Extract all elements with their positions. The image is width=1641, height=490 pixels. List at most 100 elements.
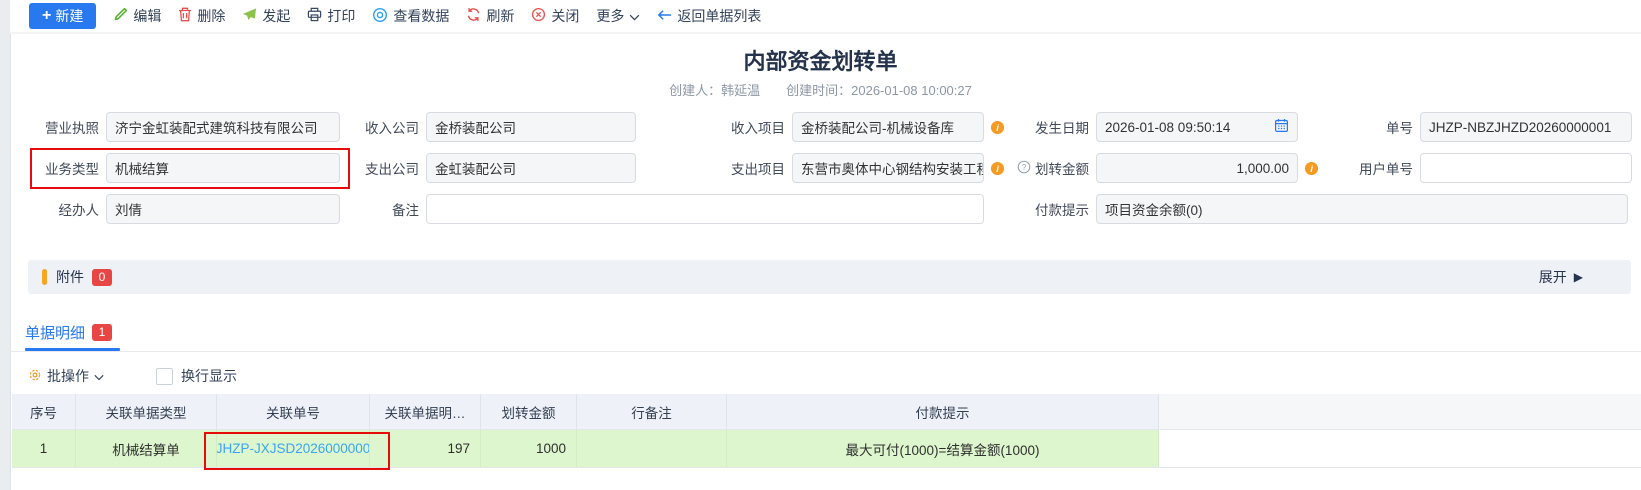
attachment-marker-icon [42,269,47,285]
attachment-label: 附件 [56,267,84,287]
view-data-icon [372,7,388,26]
toolbar-divider [10,32,1641,34]
occur-date-label: 发生日期 [1000,117,1096,137]
payment-tip-input[interactable]: 项目资金余额(0) [1096,194,1628,224]
field-remark: 备注 [350,194,984,224]
detail-count-badge: 1 [92,324,112,341]
pencil-icon [113,7,128,25]
created-time-text: 创建时间：2026-01-08 10:00:27 [786,80,972,99]
occur-date-input[interactable]: 2026-01-08 09:50:14 [1096,112,1298,142]
printer-icon [307,7,322,25]
new-button-label: 新建 [55,6,83,26]
wrap-display-checkbox[interactable] [156,368,173,385]
col-header-related-doc-no: 关联单号 [217,394,370,429]
user-doc-no-label: 用户单号 [1330,158,1420,178]
col-header-row-remark: 行备注 [577,394,727,429]
attachment-bar: 附件 0 展开 ▶ [28,260,1631,294]
income-project-input[interactable]: 金桥装配公司-机械设备库 [792,112,984,142]
table-header: 序号 关联单据类型 关联单号 关联单据明… 划转金额 行备注 付款提示 [12,394,1641,430]
expense-project-input[interactable]: 东营市奥体中心钢结构安装工程 [792,153,984,183]
refresh-button[interactable]: 刷新 [466,6,514,26]
field-payment-tip: 付款提示 项目资金余额(0) [1000,194,1628,224]
back-arrow-icon [657,8,672,24]
doc-no-input[interactable]: JHZP-NBZJHZD20260000001 [1420,112,1632,142]
transfer-amount-input[interactable]: 1,000.00 [1096,153,1298,183]
handler-label: 经办人 [10,199,106,219]
field-transfer-amount: ? 划转金额 1,000.00 i [1000,153,1319,183]
occur-date-value: 2026-01-08 09:50:14 [1105,120,1230,135]
paper-plane-icon [242,7,257,25]
doc-no-label: 单号 [1330,117,1420,137]
creator-text: 创建人：韩延温 [669,80,760,99]
batch-row: 批操作 换行显示 [28,362,237,390]
edit-button[interactable]: 编辑 [113,6,161,26]
info-icon[interactable]: i [1304,161,1319,176]
col-header-payment-tip: 付款提示 [727,394,1159,429]
view-data-button-label: 查看数据 [393,6,449,26]
user-doc-no-input[interactable] [1420,153,1632,183]
refresh-icon [466,7,481,25]
attachment-count-badge: 0 [92,269,112,286]
view-data-button[interactable]: 查看数据 [372,6,449,26]
tab-doc-details-label: 单据明细 [25,322,85,343]
refresh-button-label: 刷新 [486,6,514,26]
doc-form: 营业执照 济宁金虹装配式建筑科技有限公司 收入公司 金桥装配公司 收入项目 金桥… [0,112,1641,237]
remark-input[interactable] [426,194,984,224]
more-button-label: 更多 [596,6,624,26]
expand-triangle-icon: ▶ [1574,270,1583,284]
close-button[interactable]: 关闭 [531,6,579,26]
expense-company-input[interactable]: 金虹装配公司 [426,153,636,183]
handler-input[interactable]: 刘倩 [106,194,340,224]
close-icon [531,7,546,25]
cell-payment-tip: 最大可付(1000)=结算金额(1000) [727,430,1159,467]
business-type-input[interactable]: 机械结算 [106,153,340,183]
delete-button-label: 删除 [197,6,225,26]
field-expense-project: 支出项目 东营市奥体中心钢结构安装工程 i [690,153,1005,183]
field-doc-no: 单号 JHZP-NBZJHZD20260000001 [1330,112,1632,142]
col-header-related-doc-detail: 关联单据明… [370,394,481,429]
trash-icon [178,7,192,25]
field-business-type: 业务类型 机械结算 [10,153,340,183]
business-license-input[interactable]: 济宁金虹装配式建筑科技有限公司 [106,112,340,142]
svg-text:?: ? [1022,162,1027,171]
launch-button[interactable]: 发起 [242,6,290,26]
field-handler: 经办人 刘倩 [10,194,340,224]
expand-button[interactable]: 展开 ▶ [1539,267,1583,287]
print-button[interactable]: 打印 [307,6,355,26]
income-company-input[interactable]: 金桥装配公司 [426,112,636,142]
cell-related-doc-detail: 197 [370,430,481,467]
field-expense-company: 支出公司 金虹装配公司 [350,153,636,183]
related-doc-link[interactable]: JHZP-JXJSD2026000000 [217,430,370,467]
row-filler [1159,430,1641,467]
plus-icon: + [42,7,51,25]
table-row: 1 机械结算单 JHZP-JXJSD2026000000 197 1000 最大… [12,430,1641,468]
income-company-label: 收入公司 [350,117,426,137]
doc-meta: 创建人：韩延温 创建时间：2026-01-08 10:00:27 [0,80,1641,99]
tab-doc-details[interactable]: 单据明细 1 [25,322,112,343]
field-business-license: 营业执照 济宁金虹装配式建筑科技有限公司 [10,112,340,142]
transfer-amount-label: ? 划转金额 [1000,158,1096,178]
close-button-label: 关闭 [551,6,579,26]
expense-project-label: 支出项目 [690,158,792,178]
question-circle-icon[interactable]: ? [1017,160,1031,177]
field-income-company: 收入公司 金桥装配公司 [350,112,636,142]
business-type-label: 业务类型 [10,158,106,178]
chevron-down-icon [629,8,640,24]
transfer-amount-label-text: 划转金额 [1035,158,1089,178]
cell-related-doc-type: 机械结算单 [76,430,217,467]
col-header-related-doc-type: 关联单据类型 [76,394,217,429]
payment-tip-label: 付款提示 [1000,199,1096,219]
back-to-list-button[interactable]: 返回单据列表 [657,6,761,26]
cell-row-remark [577,430,727,467]
calendar-icon[interactable] [1274,118,1289,136]
col-header-seq: 序号 [12,394,76,429]
svg-text:i: i [996,122,999,132]
header-filler [1159,394,1641,429]
toolbar: + 新建 编辑 删除 发起 打印 查看数据 刷新 关闭 更多 返回单据列表 [10,0,1641,32]
new-button[interactable]: + 新建 [29,3,96,29]
field-occur-date: 发生日期 2026-01-08 09:50:14 [1000,112,1298,142]
more-button[interactable]: 更多 [596,6,640,26]
delete-button[interactable]: 删除 [178,6,225,26]
field-income-project: 收入项目 金桥装配公司-机械设备库 i [690,112,1005,142]
batch-ops-button[interactable]: 批操作 [28,366,104,386]
